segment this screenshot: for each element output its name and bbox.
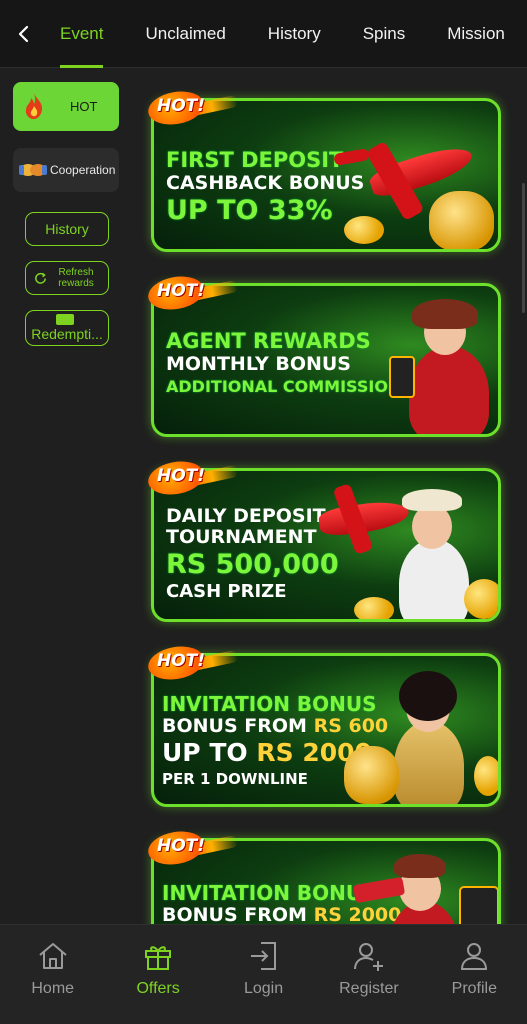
- tab-unclaimed[interactable]: Unclaimed: [145, 0, 225, 68]
- category-cooperation-label: Cooperation: [50, 163, 116, 177]
- tab-spins[interactable]: Spins: [363, 0, 406, 68]
- nav-profile[interactable]: Profile: [422, 925, 527, 1024]
- refresh-rewards-label: Refresh rewards: [58, 267, 94, 289]
- category-hot[interactable]: HOT: [13, 82, 119, 131]
- banner-footer: CASH PRIZE: [166, 581, 287, 603]
- nav-register[interactable]: Register: [316, 925, 421, 1024]
- refresh-rewards-line-2: rewards: [58, 278, 94, 289]
- gift-icon: [145, 946, 172, 970]
- user-icon: [461, 943, 488, 970]
- pilot-plane-illustration: [314, 479, 498, 619]
- handshake-icon: [19, 164, 47, 176]
- top-tab-bar: Event Unclaimed History Spins Mission: [0, 0, 527, 68]
- woman-money-illustration: [344, 656, 498, 804]
- nav-register-label: Register: [339, 980, 399, 997]
- hot-badge: HOT!: [145, 827, 240, 869]
- hot-badge: HOT!: [145, 87, 240, 129]
- hot-badge-label: HOT!: [157, 466, 206, 486]
- nav-login-label: Login: [243, 980, 284, 997]
- category-sidebar: HOT Cooperation History Refresh rewards: [0, 68, 135, 924]
- login-icon: [250, 942, 276, 970]
- nav-home[interactable]: Home: [0, 925, 105, 1024]
- hot-badge-label: HOT!: [157, 836, 206, 856]
- banner-subtitle: TOURNAMENT: [166, 525, 317, 548]
- history-button[interactable]: History: [25, 212, 109, 246]
- banner-highlight-prefix: UP TO: [162, 737, 248, 767]
- tab-event[interactable]: Event: [60, 0, 104, 68]
- tab-list: Event Unclaimed History Spins Mission: [60, 0, 505, 68]
- banner-subtitle: MONTHLY BONUS: [166, 353, 351, 376]
- hot-badge: HOT!: [145, 457, 240, 499]
- airplane-illustration: [333, 121, 498, 249]
- woman-pilot-illustration: [384, 291, 498, 434]
- bottom-navigation: Home Offers Login Register Profile: [0, 924, 527, 1024]
- banner-title: AGENT REWARDS: [166, 329, 371, 353]
- banner-subtitle: BONUS FROM: [162, 904, 307, 924]
- banner-highlight: Rs 500,000: [166, 548, 339, 580]
- hot-badge-label: HOT!: [157, 651, 206, 671]
- banner-subtitle: BONUS FROM: [162, 715, 307, 737]
- hot-badge-label: HOT!: [157, 281, 206, 301]
- redemption-button-label: Redempti...: [31, 326, 103, 342]
- nav-home-label: Home: [31, 980, 75, 997]
- tab-history[interactable]: History: [268, 0, 321, 68]
- woman-multiplier-illustration: [352, 846, 498, 924]
- promo-list: FIRST DEPOSIT CASHBACK BONUS UP TO 33% A…: [135, 68, 527, 924]
- redemption-button[interactable]: Redempti...: [25, 310, 109, 346]
- ticket-icon: [56, 314, 74, 325]
- category-cooperation[interactable]: Cooperation: [13, 148, 119, 192]
- hot-badge-label: HOT!: [157, 96, 206, 116]
- tab-mission[interactable]: Mission: [447, 0, 505, 68]
- banner-highlight: ADDITIONAL COMMISSIONS: [166, 376, 413, 396]
- banner-text: DAILY DEPOSIT TOURNAMENT Rs 500,000 CASH…: [166, 505, 339, 603]
- refresh-rewards-button[interactable]: Refresh rewards: [25, 261, 109, 295]
- banner-text: AGENT REWARDS MONTHLY BONUS ADDITIONAL C…: [166, 330, 413, 396]
- nav-offers[interactable]: Offers: [105, 925, 210, 1024]
- refresh-rewards-line-1: Refresh: [58, 267, 94, 278]
- nav-login[interactable]: Login: [211, 925, 316, 1024]
- back-button[interactable]: [10, 20, 38, 48]
- flame-icon: [25, 93, 43, 119]
- chevron-left-icon: [18, 25, 29, 43]
- hot-badge: HOT!: [145, 272, 240, 314]
- home-icon: [39, 943, 67, 969]
- add-user-icon: [353, 943, 383, 971]
- refresh-icon: [35, 272, 46, 284]
- nav-profile-label: Profile: [451, 980, 497, 997]
- hot-badge: HOT!: [145, 642, 240, 684]
- banner-title: DAILY DEPOSIT: [166, 505, 326, 527]
- category-hot-label: HOT: [70, 99, 98, 114]
- app-root: Event Unclaimed History Spins Mission HO…: [0, 0, 527, 1024]
- history-button-label: History: [45, 221, 89, 237]
- nav-offers-label: Offers: [136, 980, 180, 997]
- scrollbar[interactable]: [522, 183, 525, 313]
